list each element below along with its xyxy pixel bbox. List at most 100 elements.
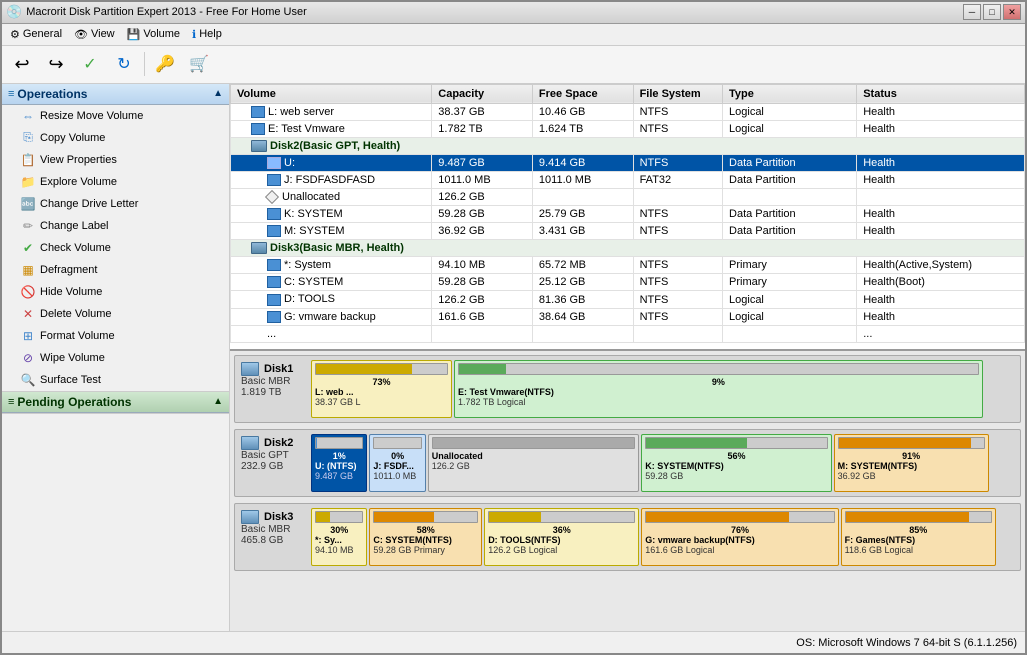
sidebar-item-surface[interactable]: 🔍 Surface Test xyxy=(2,369,229,391)
maximize-button[interactable]: □ xyxy=(983,4,1001,20)
disk2-part-m-pct: 91% xyxy=(838,451,985,461)
table-row[interactable]: M: SYSTEM 36.92 GB 3.431 GB NTFS Data Pa… xyxy=(231,223,1025,240)
table-header-row: Volume Capacity Free Space File System T… xyxy=(231,84,1025,103)
table-row[interactable]: *: System 94.10 MB 65.72 MB NTFS Primary… xyxy=(231,257,1025,274)
disk2-part-unalloc[interactable]: Unallocated 126.2 GB xyxy=(428,434,640,492)
sidebar-item-hide[interactable]: 🚫 Hide Volume xyxy=(2,281,229,303)
table-row[interactable]: D: TOOLS 126.2 GB 81.36 GB NTFS Logical … xyxy=(231,291,1025,308)
table-row-selected[interactable]: U: 9.487 GB 9.414 GB NTFS Data Partition… xyxy=(231,154,1025,171)
cell-type: Primary xyxy=(723,274,857,291)
sidebar-item-check[interactable]: ✔ Check Volume xyxy=(2,237,229,259)
operations-section: ≡ Opereations ▲ ⇔ Resize Move Volume ⎘ C… xyxy=(2,84,229,392)
letter-icon: 🔤 xyxy=(20,196,36,212)
cell-free: 10.46 GB xyxy=(532,103,633,120)
cell-capacity: 9.487 GB xyxy=(432,154,533,171)
disk3-part-d[interactable]: 36% D: TOOLS(NTFS) 126.2 GB Logical xyxy=(484,508,639,566)
disk2-part-m[interactable]: 91% M: SYSTEM(NTFS) 36.92 GB xyxy=(834,434,989,492)
disk2-label: Disk2(Basic GPT, Health) xyxy=(231,137,1025,154)
back-button[interactable]: ↩ xyxy=(6,49,38,79)
window-title: Macrorit Disk Partition Expert 2013 - Fr… xyxy=(26,6,963,18)
sidebar-item-explore[interactable]: 📁 Explore Volume xyxy=(2,171,229,193)
cell-free: 3.431 GB xyxy=(532,223,633,240)
disk3-part-sys[interactable]: 30% *: Sy... 94.10 MB xyxy=(311,508,367,566)
sidebar-item-change-label[interactable]: ✏ Change Label xyxy=(2,215,229,237)
col-header-type[interactable]: Type xyxy=(723,84,857,103)
label-icon: ✏ xyxy=(20,218,36,234)
cell-volume: G: vmware backup xyxy=(231,308,432,325)
disk1-part-e[interactable]: 9% E: Test Vmware(NTFS) 1.782 TB Logical xyxy=(454,360,983,418)
menu-general[interactable]: ⚙ General xyxy=(4,26,68,43)
app-icon: 💿 xyxy=(6,4,22,20)
col-header-capacity[interactable]: Capacity xyxy=(432,84,533,103)
col-header-volume[interactable]: Volume xyxy=(231,84,432,103)
window-controls[interactable]: ─ □ ✕ xyxy=(963,4,1021,20)
pending-collapse[interactable]: ▲ xyxy=(213,396,223,407)
table-row[interactable]: L: web server 38.37 GB 10.46 GB NTFS Log… xyxy=(231,103,1025,120)
cell-capacity: 38.37 GB xyxy=(432,103,533,120)
cell-status: Health xyxy=(857,205,1025,222)
sidebar-item-wipe[interactable]: ⊘ Wipe Volume xyxy=(2,347,229,369)
surface-icon: 🔍 xyxy=(20,372,36,388)
cell-volume: K: SYSTEM xyxy=(231,205,432,222)
operations-header[interactable]: ≡ Opereations ▲ xyxy=(2,84,229,105)
disk1-size: 1.819 TB xyxy=(241,387,309,398)
col-header-fs[interactable]: File System xyxy=(633,84,722,103)
sidebar-item-resize[interactable]: ⇔ Resize Move Volume xyxy=(2,105,229,127)
cell-volume: Unallocated xyxy=(231,188,432,205)
sidebar-item-delete[interactable]: ✕ Delete Volume xyxy=(2,303,229,325)
cell-fs: FAT32 xyxy=(633,171,722,188)
statusbar: OS: Microsoft Windows 7 64-bit S (6.1.1.… xyxy=(2,631,1025,653)
cell-volume: M: SYSTEM xyxy=(231,223,432,240)
disk3-part-f-sub: 118.6 GB Logical xyxy=(845,545,992,555)
cell-fs: NTFS xyxy=(633,291,722,308)
apply-button[interactable]: ✓ xyxy=(74,49,106,79)
table-row[interactable]: ... ... xyxy=(231,325,1025,342)
disk2-part-j-label: J: FSDF... xyxy=(373,461,421,471)
refresh-button[interactable]: ↻ xyxy=(108,49,140,79)
pending-header[interactable]: ≡ Pending Operations ▲ xyxy=(2,392,229,413)
minimize-button[interactable]: ─ xyxy=(963,4,981,20)
table-row[interactable]: J: FSDFASDFASD 1011.0 MB 1011.0 MB FAT32… xyxy=(231,171,1025,188)
sidebar-item-copy[interactable]: ⎘ Copy Volume xyxy=(2,127,229,149)
disk3-part-f[interactable]: 85% F: Games(NTFS) 118.6 GB Logical xyxy=(841,508,996,566)
sidebar-item-change-letter[interactable]: 🔤 Change Drive Letter xyxy=(2,193,229,215)
sidebar-item-defrag[interactable]: ▦ Defragment xyxy=(2,259,229,281)
titlebar: 💿 Macrorit Disk Partition Expert 2013 - … xyxy=(2,2,1025,24)
disk2-part-u[interactable]: 1% U: (NTFS) 9.487 GB xyxy=(311,434,367,492)
disk1-part-e-pct: 9% xyxy=(458,377,979,387)
sidebar-item-format[interactable]: ⊞ Format Volume xyxy=(2,325,229,347)
table-row[interactable]: E: Test Vmware 1.782 TB 1.624 TB NTFS Lo… xyxy=(231,120,1025,137)
cell-status: Health(Active,System) xyxy=(857,257,1025,274)
cell-volume: D: TOOLS xyxy=(231,291,432,308)
cell-type: Logical xyxy=(723,308,857,325)
table-row[interactable]: C: SYSTEM 59.28 GB 25.12 GB NTFS Primary… xyxy=(231,274,1025,291)
cart-button[interactable]: 🛒 xyxy=(183,49,215,79)
close-button[interactable]: ✕ xyxy=(1003,4,1021,20)
disk1-part-e-label: E: Test Vmware(NTFS) xyxy=(458,387,979,397)
forward-button[interactable]: ↪ xyxy=(40,49,72,79)
wipe-icon: ⊘ xyxy=(20,350,36,366)
pending-section: ≡ Pending Operations ▲ xyxy=(2,392,229,414)
cell-capacity: 1011.0 MB xyxy=(432,171,533,188)
operations-collapse[interactable]: ▲ xyxy=(213,88,223,99)
disk2-part-k[interactable]: 56% K: SYSTEM(NTFS) 59.28 GB xyxy=(641,434,831,492)
menu-view[interactable]: 👁 View xyxy=(68,26,121,43)
col-header-status[interactable]: Status xyxy=(857,84,1025,103)
disk3-part-c-pct: 58% xyxy=(373,525,478,535)
pending-label: Pending Operations xyxy=(17,395,213,409)
volume-table-container[interactable]: Volume Capacity Free Space File System T… xyxy=(230,84,1025,352)
table-row[interactable]: K: SYSTEM 59.28 GB 25.79 GB NTFS Data Pa… xyxy=(231,205,1025,222)
cell-capacity: 59.28 GB xyxy=(432,274,533,291)
disk3-part-c[interactable]: 58% C: SYSTEM(NTFS) 59.28 GB Primary xyxy=(369,508,482,566)
sidebar-item-view[interactable]: 📋 View Properties xyxy=(2,149,229,171)
disk1-part-l[interactable]: 73% L: web ... 38.37 GB L xyxy=(311,360,452,418)
table-row[interactable]: G: vmware backup 161.6 GB 38.64 GB NTFS … xyxy=(231,308,1025,325)
disk2-part-j[interactable]: 0% J: FSDF... 1011.0 MB xyxy=(369,434,425,492)
disk3-part-g[interactable]: 76% G: vmware backup(NTFS) 161.6 GB Logi… xyxy=(641,508,838,566)
menu-help[interactable]: ℹ Help xyxy=(186,26,228,43)
table-row[interactable]: Unallocated 126.2 GB xyxy=(231,188,1025,205)
key-button[interactable]: 🔑 xyxy=(149,49,181,79)
col-header-free[interactable]: Free Space xyxy=(532,84,633,103)
disk2-part-j-pct: 0% xyxy=(373,451,421,461)
menu-volume[interactable]: 💾 Volume xyxy=(121,26,186,43)
